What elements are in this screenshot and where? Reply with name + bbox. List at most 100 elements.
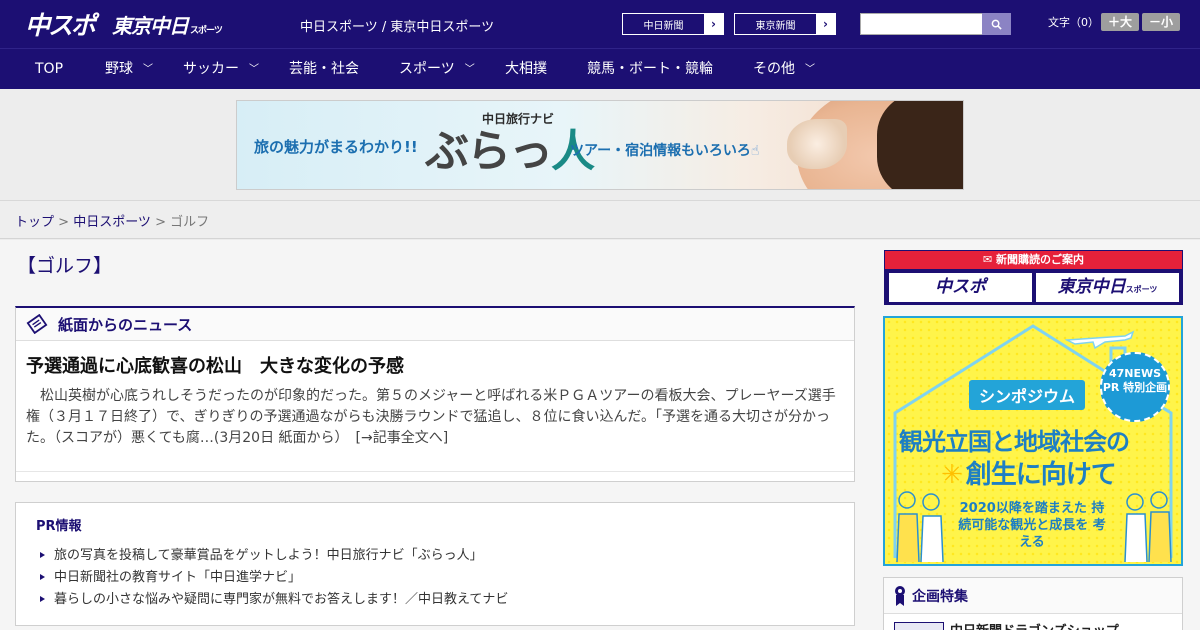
subscription-title: 新聞購読のご案内 (996, 253, 1085, 266)
nav-label: 大相撲 (505, 61, 547, 77)
news-box-header: 紙面からのニュース (16, 308, 854, 341)
banner-right-text: ツアー・宿泊情報もいろいろ☝ (570, 140, 759, 160)
newspaper-icon: ✉ (982, 253, 993, 266)
page-title: 【ゴルフ】 (17, 255, 113, 277)
header-title: 中日スポーツ / 東京中日スポーツ (300, 20, 495, 35)
subscription-box: ✉ 新聞購読のご案内 中スポ 東京中日スポーツ (884, 250, 1183, 305)
main-nav: TOP 野球 ﹀ サッカー ﹀ 芸能・社会 スポーツ ﹀ 大相撲 競馬・ボート・競輪 … (0, 48, 1200, 89)
nav-label: 競馬・ボート・競輪 (587, 61, 713, 77)
chevron-right-icon: › (816, 14, 835, 34)
travelers-illustration (1124, 491, 1172, 563)
symposium-ad[interactable]: 47NEWS PR 特別企画 シンポジウム 観光立国と地域社会の ✳ 創生に向けて… (883, 316, 1183, 566)
subscription-header: ✉ 新聞購読のご案内 (885, 251, 1182, 269)
read-more-link[interactable]: [→記事全文へ] (356, 430, 449, 446)
feature-box-header: 企画特集 (884, 578, 1182, 614)
ad-badge: 47NEWS PR 特別企画 (1100, 352, 1170, 422)
pr-title: PR情報 (36, 519, 82, 534)
nav-label: TOP (35, 61, 64, 77)
sparkle-icon: ✳ (941, 460, 963, 490)
tokyo-shimbun-button[interactable]: 東京新聞 › (734, 13, 836, 35)
nav-item-sports[interactable]: スポーツ ﹀ (399, 49, 475, 89)
bullet-triangle-icon (40, 574, 45, 580)
search-input[interactable] (860, 13, 982, 35)
breadcrumb-separator: > (54, 215, 74, 230)
pointing-hand-icon: ☝ (750, 143, 760, 159)
pr-box: PR情報 旅の写真を投稿して豪華賞品をゲットしよう！中日旅行ナビ「ぶらっ人」 中… (15, 502, 855, 626)
chunichi-shimbun-button[interactable]: 中日新聞 › (622, 13, 724, 35)
chevron-down-icon: ﹀ (464, 64, 475, 75)
news-box-title: 紙面からのニュース (58, 315, 193, 334)
nav-item-top[interactable]: TOP (35, 49, 63, 89)
pr-link-label: 中日新聞社の教育サイト「中日進学ナビ」 (54, 570, 302, 585)
subscribe-chuspo-button[interactable]: 中スポ (889, 273, 1032, 302)
chevron-down-icon: ﹀ (143, 64, 153, 75)
pr-link-label: 暮らしの小さな悩みや疑問に専門家が無料でお答えします！／中日教えてナビ (54, 592, 509, 607)
travelers-illustration (896, 491, 944, 563)
feature-thumbnail[interactable] (894, 622, 944, 630)
travel-navi-banner[interactable]: 旅の魅力がまるわかり!! 中日旅行ナビ ぶらっ人 ツアー・宿泊情報もいろいろ☝ (236, 100, 964, 190)
banner-shell-image (787, 119, 847, 169)
news-box-footer (16, 471, 854, 481)
tokyo-logo-sub: スポーツ (190, 26, 223, 36)
tokyo-shimbun-label: 東京新聞 (755, 20, 796, 32)
ad-headline-2: ✳ 創生に向けて (941, 454, 1117, 491)
search-button[interactable] (982, 13, 1011, 35)
chuspo-logo[interactable]: 中スポ (25, 6, 96, 42)
nav-label: サッカー (183, 61, 239, 77)
newspaper-icon (26, 314, 48, 334)
font-small-button[interactable]: －小 (1142, 13, 1180, 31)
banner-hair-image (877, 101, 963, 189)
font-size-label: 文字（0） (1048, 16, 1099, 29)
banner-right-label: ツアー・宿泊情報もいろいろ (570, 143, 751, 159)
breadcrumb: トップ > 中日スポーツ > ゴルフ (15, 211, 209, 230)
ad-symposium-label: シンポジウム (969, 380, 1086, 410)
breadcrumb-top-link[interactable]: トップ (15, 215, 54, 230)
bullet-triangle-icon (40, 596, 45, 602)
font-large-button[interactable]: ＋大 (1101, 13, 1139, 31)
chevron-down-icon: ﹀ (805, 64, 815, 75)
article-summary: 松山英樹が心底うれしそうだったのが印象的だった。第５のメジャーと呼ばれる米ＰＧＡ… (26, 386, 844, 449)
ad-headline-2-text: 創生に向けて (965, 460, 1117, 490)
subscribe-tokyo-chunichi-button[interactable]: 東京中日スポーツ (1036, 273, 1179, 302)
banner-left-text: 旅の魅力がまるわかり!! (254, 138, 418, 156)
chevron-down-icon: ﹀ (249, 64, 259, 75)
nav-item-baseball[interactable]: 野球 ﹀ (105, 49, 153, 89)
site-header: 中スポ 東京中日 スポーツ 中日スポーツ / 東京中日スポーツ 中日新聞 › 東京… (0, 0, 1200, 48)
breadcrumb-separator: > (150, 215, 171, 230)
airplane-icon (1065, 330, 1135, 350)
banner-area: 旅の魅力がまるわかり!! 中日旅行ナビ ぶらっ人 ツアー・宿泊情報もいろいろ☝ (0, 89, 1200, 201)
subscribe-tokyo-label: 東京中日 (1057, 277, 1126, 297)
news-box: 紙面からのニュース 予選通過に心底歓喜の松山 大きな変化の予感 松山英樹が心底う… (15, 306, 855, 482)
ribbon-icon (895, 585, 905, 606)
nav-item-sumo[interactable]: 大相撲 (505, 49, 547, 89)
nav-label: スポーツ (399, 61, 455, 77)
nav-item-other[interactable]: その他 ﹀ (753, 49, 815, 89)
breadcrumb-bar: トップ > 中日スポーツ > ゴルフ (0, 201, 1200, 239)
pr-link[interactable]: 暮らしの小さな悩みや疑問に専門家が無料でお答えします！／中日教えてナビ (40, 588, 508, 607)
search-form (860, 13, 1011, 35)
chevron-right-icon: › (704, 14, 723, 34)
nav-item-soccer[interactable]: サッカー ﹀ (183, 49, 259, 89)
breadcrumb-section-link[interactable]: 中日スポーツ (73, 215, 151, 230)
breadcrumb-current: ゴルフ (170, 215, 210, 230)
subscribe-tokyo-sub: スポーツ (1125, 285, 1158, 294)
nav-label: その他 (753, 61, 795, 77)
nav-label: 芸能・社会 (289, 61, 359, 77)
feature-box-title: 企画特集 (912, 588, 968, 605)
banner-brand-logo: ぶらっ人 (425, 115, 595, 179)
ad-headline-1: 観光立国と地域社会の (899, 428, 1130, 456)
feature-box: 企画特集 中日新聞ドラゴンズショップ (883, 577, 1183, 630)
chunichi-shimbun-label: 中日新聞 (643, 20, 684, 32)
tokyo-chunichi-logo[interactable]: 東京中日 スポーツ (112, 10, 223, 39)
feature-link[interactable]: 中日新聞ドラゴンズショップ (950, 620, 1119, 630)
search-icon (991, 19, 1002, 30)
ad-subheadline: 2020以降を踏まえた 持続可能な観光と成長を 考える (958, 501, 1106, 550)
bullet-triangle-icon (40, 552, 45, 558)
banner-brand-a: ぶらっ (425, 126, 553, 177)
pr-link[interactable]: 旅の写真を投稿して豪華賞品をゲットしよう！中日旅行ナビ「ぶらっ人」 (40, 544, 483, 563)
nav-item-entertainment[interactable]: 芸能・社会 (289, 49, 359, 89)
nav-item-racing[interactable]: 競馬・ボート・競輪 (587, 49, 713, 89)
article-title-link[interactable]: 予選通過に心底歓喜の松山 大きな変化の予感 (26, 352, 404, 378)
tokyo-logo-text: 東京中日 (112, 14, 189, 38)
pr-link[interactable]: 中日新聞社の教育サイト「中日進学ナビ」 (40, 566, 301, 585)
